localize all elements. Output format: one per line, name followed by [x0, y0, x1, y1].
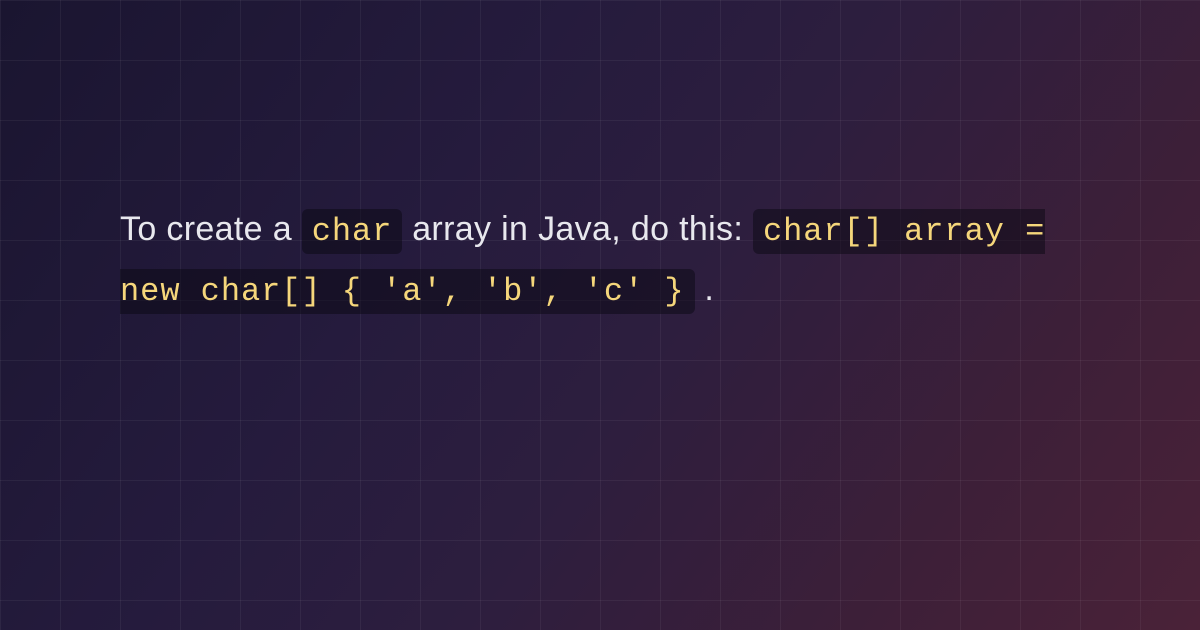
text-segment: To create a: [120, 210, 302, 248]
inline-code: char: [302, 209, 403, 254]
explanation-text: To create a char array in Java, do this:…: [120, 200, 1090, 320]
text-segment: .: [704, 270, 714, 308]
text-segment: array in Java, do this:: [412, 210, 753, 248]
